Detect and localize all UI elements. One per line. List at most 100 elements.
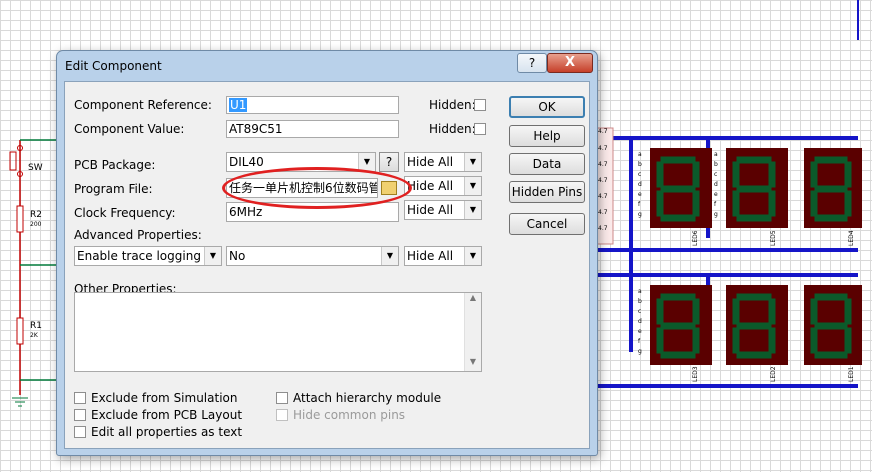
seg-f-top: f [638,201,641,208]
display-led5 [726,148,788,228]
cancel-button[interactable]: Cancel [509,213,585,235]
reference-input[interactable]: U1 [226,96,399,114]
title-help-button[interactable]: ? [517,53,547,73]
clock-frequency-label: Clock Frequency: [74,206,176,220]
seg-c-top: c [638,171,641,178]
seg-c-bot: c [638,308,641,315]
program-hide-value: Hide All [407,179,454,193]
pin-label-2: 4.7 [598,145,608,152]
hide-common-pins-checkbox[interactable] [276,409,288,421]
pcb-package-value: DIL40 [229,155,264,169]
advanced-property-value: Enable trace logging [77,249,201,263]
pcb-hide-select[interactable]: Hide All ▼ [404,152,482,172]
other-properties-textarea[interactable]: ▲ ▼ [74,292,482,372]
seg-f-bot: f [638,338,641,345]
r1-value: 2K [30,332,39,339]
pin-label-4: 4.7 [598,177,608,184]
folder-icon[interactable] [381,181,397,195]
chevron-down-icon: ▼ [464,153,481,171]
pin-label-5: 4.7 [598,193,608,200]
chevron-down-icon: ▼ [464,247,481,265]
seg-b-bot: b [638,298,642,305]
close-button[interactable]: X [547,53,593,73]
clock-frequency-input[interactable]: 6MHz [226,202,399,222]
other-properties-scrollbar[interactable]: ▲ ▼ [464,293,481,371]
exclude-simulation-checkbox[interactable] [74,392,86,404]
edit-all-checkbox[interactable] [74,426,86,438]
advanced-hide-select[interactable]: Hide All ▼ [404,246,482,266]
dialog-client: Component Reference: U1 Hidden: Componen… [64,81,590,449]
scroll-up-icon[interactable]: ▲ [465,293,481,307]
seg-e-bot: e [638,328,642,335]
pcb-hide-value: Hide All [407,155,454,169]
chevron-down-icon: ▼ [464,201,481,219]
display-led3 [650,285,712,365]
seg-a-mid: a [714,151,718,158]
led6-label: LED6 [692,230,699,246]
hidden-pins-button[interactable]: Hidden Pins [509,181,585,203]
help-button[interactable]: Help [509,125,585,147]
led2-label: LED2 [770,366,777,382]
exclude-simulation-label: Exclude from Simulation [91,391,238,405]
led5-label: LED5 [770,230,777,246]
value-label: Component Value: [74,122,185,136]
advanced-option-value: No [229,249,246,263]
left-circuit [9,139,56,407]
seg-g-top: g [638,211,642,218]
attach-hierarchy-label: Attach hierarchy module [293,391,442,405]
value-input[interactable]: AT89C51 [226,120,399,138]
led4-label: LED4 [848,230,855,246]
r2-label: R2 [30,210,42,220]
r2-value: 200 [30,221,42,228]
dialog-titlebar[interactable]: Edit Component ? X [57,51,597,81]
chevron-down-icon: ▼ [358,153,375,171]
ok-button[interactable]: OK [509,96,585,118]
pcb-package-select[interactable]: DIL40 ▼ [226,152,376,172]
seg-b-top: b [638,161,642,168]
clock-hide-value: Hide All [407,203,454,217]
advanced-hide-value: Hide All [407,249,454,263]
dialog-title: Edit Component [65,59,162,73]
pcb-package-help-button[interactable]: ? [379,152,399,172]
advanced-option-select[interactable]: No ▼ [226,246,399,266]
scroll-down-icon[interactable]: ▼ [465,357,481,371]
seg-e-mid: e [714,191,718,198]
data-button[interactable]: Data [509,153,585,175]
seg-f-mid: f [714,201,717,208]
clock-hide-select[interactable]: Hide All ▼ [404,200,482,220]
value-hidden-checkbox[interactable] [474,123,486,135]
seg-b-mid: b [714,161,718,168]
attach-hierarchy-checkbox[interactable] [276,392,288,404]
reference-hidden-checkbox[interactable] [474,99,486,111]
r1-label: R1 [30,321,42,331]
chevron-down-icon: ▼ [204,247,221,265]
seg-d-top: d [638,181,642,188]
chevron-down-icon: ▼ [464,177,481,195]
program-file-input[interactable]: 任务一单片机控制6位数码管 [226,178,378,198]
display-led4 [804,148,862,228]
pin-label-6: 4.7 [598,209,608,216]
pin-label-3: 4.7 [598,161,608,168]
program-hide-select[interactable]: Hide All ▼ [404,176,482,196]
seg-a-bot: a [638,288,642,295]
sw-label: SW [28,163,43,173]
led1-label: LED1 [848,366,855,382]
led3-label: LED3 [692,366,699,382]
pin-label-7: 4.7 [598,225,608,232]
seg-g-mid: g [714,211,718,218]
edit-all-label: Edit all properties as text [91,425,243,439]
reference-label: Component Reference: [74,98,212,112]
hide-common-pins-label: Hide common pins [293,408,406,422]
advanced-properties-label: Advanced Properties: [74,228,202,242]
seg-c-mid: c [714,171,717,178]
pcb-package-label: PCB Package: [74,158,156,172]
pin-label-1: 4.7 [598,128,608,135]
seg-e-top: e [638,191,642,198]
program-file-label: Program File: [74,182,153,196]
exclude-pcb-label: Exclude from PCB Layout [91,408,243,422]
seg-d-bot: d [638,318,642,325]
exclude-pcb-checkbox[interactable] [74,409,86,421]
advanced-property-select[interactable]: Enable trace logging ▼ [74,246,222,266]
reference-hidden-label: Hidden: [429,98,476,112]
display-led2 [726,285,788,365]
